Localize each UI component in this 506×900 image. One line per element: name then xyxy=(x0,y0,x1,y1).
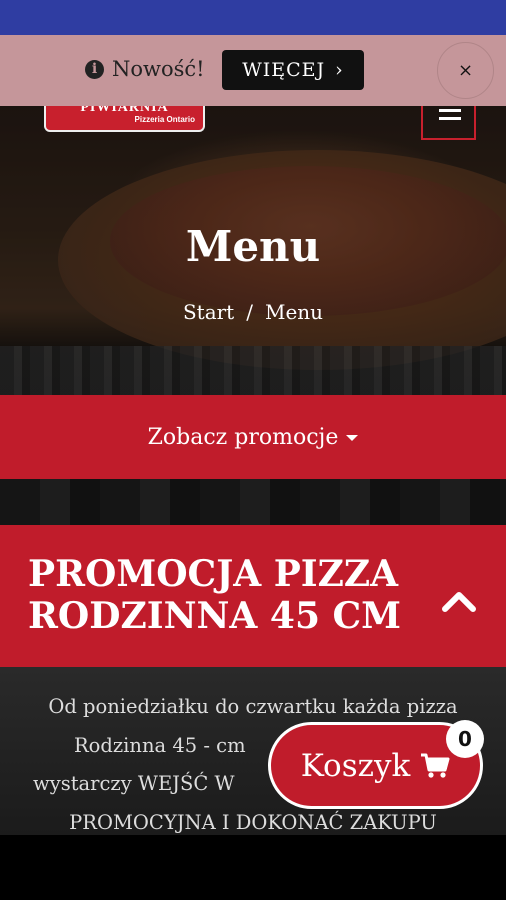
board-texture xyxy=(0,346,506,395)
site-logo[interactable]: PIWIARNIA Pizzeria Ontario xyxy=(44,106,205,132)
cart-count-badge: 0 xyxy=(446,720,484,758)
status-bar xyxy=(0,0,506,35)
breadcrumb-separator: / xyxy=(246,300,253,324)
chevron-up-icon xyxy=(442,592,476,612)
cart-label: Koszyk xyxy=(300,747,411,784)
more-button-label: WIĘCEJ xyxy=(242,59,326,81)
hamburger-icon xyxy=(439,109,461,112)
info-icon: i xyxy=(85,59,104,79)
promotions-dropdown[interactable]: Zobacz promocje xyxy=(0,395,506,479)
breadcrumb-start-link[interactable]: Start xyxy=(183,300,234,324)
notice-text-wrap: i Nowość! xyxy=(85,57,205,81)
notice-label: Nowość! xyxy=(112,57,205,81)
description-line: Od poniedziałku do czwartku każda pizza xyxy=(48,695,458,718)
breadcrumb: Start / Menu xyxy=(0,300,506,324)
notice-banner: i Nowość! WIĘCEJ › × xyxy=(0,35,506,106)
close-button[interactable]: × xyxy=(437,42,494,99)
cart-icon xyxy=(421,753,450,778)
promotions-dropdown-label: Zobacz promocje xyxy=(147,424,339,450)
caret-down-icon xyxy=(346,435,359,441)
close-icon: × xyxy=(457,60,474,81)
background-texture xyxy=(0,479,506,525)
hero-section: PIWIARNIA Pizzeria Ontario Menu Start / Me… xyxy=(0,106,506,395)
page-title: Menu xyxy=(185,222,321,271)
bottom-area xyxy=(0,835,506,900)
logo-subtitle: Pizzeria Ontario xyxy=(134,115,195,124)
more-button[interactable]: WIĘCEJ › xyxy=(222,50,364,90)
promo-accordion-header[interactable]: PROMOCJA PIZZA RODZINNA 45 CM xyxy=(0,525,506,667)
promo-accordion-title: PROMOCJA PIZZA RODZINNA 45 CM xyxy=(28,553,402,637)
hamburger-menu-button[interactable] xyxy=(421,106,476,140)
hamburger-icon-line xyxy=(439,117,461,120)
chevron-right-icon: › xyxy=(335,59,344,81)
breadcrumb-current: Menu xyxy=(264,300,324,324)
